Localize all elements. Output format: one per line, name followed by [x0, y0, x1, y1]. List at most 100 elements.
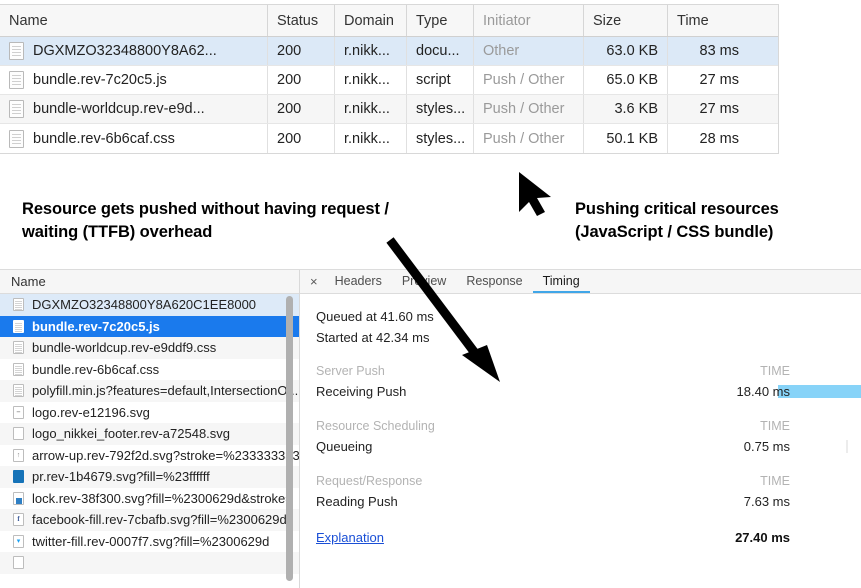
timing-row-receiving-push: Receiving Push 18.40 ms [316, 380, 861, 403]
domain-cell: r.nikk... [335, 66, 407, 94]
image-blank-icon [13, 427, 24, 440]
section-resource-scheduling: Resource Scheduling TIME [316, 417, 861, 435]
timing-breakdown: Queued at 41.60 ms Started at 42.34 ms S… [300, 294, 861, 548]
section-server-push: Server Push TIME [316, 362, 861, 380]
table-row[interactable]: DGXMZO32348800Y8A62... 200 r.nikk... doc… [0, 37, 778, 66]
initiator-cell: Push / Other [474, 66, 584, 94]
list-item-label: bundle-worldcup.rev-e9ddf9.css [32, 340, 216, 355]
request-name: bundle-worldcup.rev-e9d... [33, 101, 205, 117]
size-cell: 63.0 KB [584, 37, 668, 65]
request-name-cell: DGXMZO32348800Y8A62... [0, 37, 268, 65]
list-item[interactable]: DGXMZO32348800Y8A620C1EE8000 [0, 294, 299, 316]
size-cell: 3.6 KB [584, 95, 668, 123]
list-item[interactable]: polyfill.min.js?features=default,Interse… [0, 380, 299, 402]
image-solid-icon [13, 470, 24, 483]
list-item-label: arrow-up.rev-792f2d.svg?stroke=%23333333… [32, 448, 299, 463]
timing-row-value: 7.63 ms [744, 490, 790, 513]
column-header-type[interactable]: Type [407, 5, 474, 36]
list-item[interactable]: f facebook-fill.rev-7cbafb.svg?fill=%230… [0, 509, 299, 531]
timing-row-queueing: Queueing 0.75 ms [316, 435, 861, 458]
list-item[interactable]: lock.rev-38f300.svg?fill=%2300629d&strok… [0, 488, 299, 510]
timing-row-value: 0.75 ms [744, 435, 790, 458]
column-header-size[interactable]: Size [584, 5, 668, 36]
column-header-initiator[interactable]: Initiator [474, 5, 584, 36]
document-icon [9, 42, 24, 60]
arrow-up-icon: ↑ [13, 449, 24, 462]
tab-headers[interactable]: Headers [325, 270, 392, 293]
section-title: Server Push [316, 364, 385, 378]
domain-cell: r.nikk... [335, 95, 407, 123]
explanation-link[interactable]: Explanation [316, 530, 384, 545]
document-icon [13, 320, 24, 333]
document-icon [13, 298, 24, 311]
file-list-scrollbar[interactable] [286, 296, 293, 581]
list-item-partial[interactable] [0, 552, 299, 574]
list-item[interactable]: ▾ twitter-fill.rev-0007f7.svg?fill=%2300… [0, 531, 299, 553]
cursor-arrow-icon [519, 172, 551, 216]
domain-cell: r.nikk... [335, 37, 407, 65]
time-cell: 28 ms [668, 124, 748, 153]
queued-at-text: Queued at 41.60 ms [316, 306, 861, 327]
type-cell: styles... [407, 124, 474, 153]
domain-cell: r.nikk... [335, 124, 407, 153]
status-cell: 200 [268, 124, 335, 153]
list-item-label: lock.rev-38f300.svg?fill=%2300629d&strok… [32, 491, 293, 506]
list-item-label: DGXMZO32348800Y8A620C1EE8000 [32, 297, 256, 312]
list-item-label: facebook-fill.rev-7cbafb.svg?fill=%23006… [32, 512, 287, 527]
image-dash-icon: – [13, 406, 24, 419]
list-item[interactable]: ↑ arrow-up.rev-792f2d.svg?stroke=%233333… [0, 445, 299, 467]
list-item[interactable]: bundle.rev-6b6caf.css [0, 359, 299, 381]
explanation-row: Explanation 27.40 ms [316, 528, 861, 548]
column-header-time[interactable]: Time [668, 5, 748, 36]
request-name: DGXMZO32348800Y8A62... [33, 43, 217, 59]
close-icon[interactable]: × [307, 270, 325, 293]
file-list-header: Name [0, 270, 299, 294]
document-icon [9, 130, 24, 148]
table-row[interactable]: bundle.rev-6b6caf.css 200 r.nikk... styl… [0, 124, 778, 153]
document-icon [13, 384, 24, 397]
request-name-cell: bundle.rev-6b6caf.css [0, 124, 268, 153]
list-item[interactable]: – logo.rev-e12196.svg [0, 402, 299, 424]
tab-timing[interactable]: Timing [533, 270, 590, 293]
document-icon [13, 341, 24, 354]
timing-row-label: Receiving Push [316, 384, 406, 399]
type-cell: styles... [407, 95, 474, 123]
list-item-label: pr.rev-1b4679.svg?fill=%23ffffff [32, 469, 210, 484]
detail-tab-bar: × Headers Preview Response Timing [300, 270, 861, 294]
annotation-right-text: Pushing critical resources (JavaScript /… [575, 198, 855, 244]
list-item-label: bundle.rev-7c20c5.js [32, 319, 160, 334]
column-header-domain[interactable]: Domain [335, 5, 407, 36]
twitter-icon: ▾ [13, 535, 24, 548]
table-header-row: Name Status Domain Type Initiator Size T… [0, 5, 778, 37]
lock-icon [13, 492, 24, 505]
time-column-label: TIME [760, 472, 790, 490]
network-request-table: Name Status Domain Type Initiator Size T… [0, 4, 779, 154]
type-cell: docu... [407, 37, 474, 65]
section-title: Request/Response [316, 474, 422, 488]
section-request-response: Request/Response TIME [316, 472, 861, 490]
list-item[interactable]: pr.rev-1b4679.svg?fill=%23ffffff [0, 466, 299, 488]
column-header-name[interactable]: Name [0, 5, 268, 36]
request-name-cell: bundle.rev-7c20c5.js [0, 66, 268, 94]
request-detail-pane: × Headers Preview Response Timing Queued… [300, 270, 861, 588]
column-header-status[interactable]: Status [268, 5, 335, 36]
queueing-bar [846, 440, 848, 453]
image-blank-icon [13, 556, 24, 569]
list-item-label: twitter-fill.rev-0007f7.svg?fill=%230062… [32, 534, 269, 549]
list-item[interactable]: bundle-worldcup.rev-e9ddf9.css [0, 337, 299, 359]
tab-response[interactable]: Response [456, 270, 532, 293]
list-item[interactable]: logo_nikkei_footer.rev-a72548.svg [0, 423, 299, 445]
timing-row-reading-push: Reading Push 7.63 ms [316, 490, 861, 513]
time-cell: 27 ms [668, 66, 748, 94]
list-item-label: logo_nikkei_footer.rev-a72548.svg [32, 426, 230, 441]
annotation-left-text: Resource gets pushed without having requ… [22, 198, 422, 244]
tab-preview[interactable]: Preview [392, 270, 456, 293]
request-name: bundle.rev-7c20c5.js [33, 72, 167, 88]
initiator-cell: Other [474, 37, 584, 65]
table-row[interactable]: bundle-worldcup.rev-e9d... 200 r.nikk...… [0, 95, 778, 124]
initiator-cell: Push / Other [474, 95, 584, 123]
total-time-value: 27.40 ms [735, 528, 790, 548]
table-row[interactable]: bundle.rev-7c20c5.js 200 r.nikk... scrip… [0, 66, 778, 95]
size-cell: 50.1 KB [584, 124, 668, 153]
list-item[interactable]: bundle.rev-7c20c5.js [0, 316, 299, 338]
